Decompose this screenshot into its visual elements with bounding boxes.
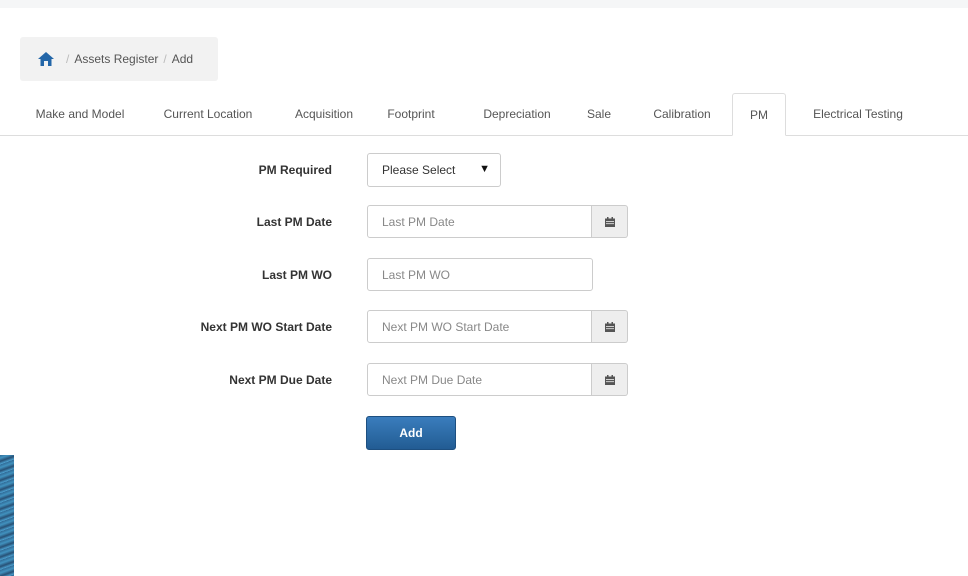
home-icon[interactable] bbox=[37, 51, 55, 67]
breadcrumb-separator: / bbox=[163, 52, 167, 66]
tab-current-location[interactable]: Current Location bbox=[152, 93, 264, 135]
tab-acquisition[interactable]: Acquisition bbox=[283, 93, 365, 135]
calendar-icon[interactable] bbox=[592, 363, 628, 396]
next-pm-wo-start-date-input[interactable] bbox=[367, 310, 592, 343]
last-pm-wo-group bbox=[367, 258, 593, 291]
breadcrumb-assets-register[interactable]: Assets Register bbox=[74, 52, 158, 66]
next-pm-due-date-group bbox=[367, 363, 628, 396]
tab-bar: Make and Model Current Location Acquisit… bbox=[0, 93, 968, 136]
tab-footprint[interactable]: Footprint bbox=[370, 93, 452, 135]
tab-sale[interactable]: Sale bbox=[578, 93, 620, 135]
breadcrumb-separator: / bbox=[66, 52, 70, 66]
tab-electrical-testing[interactable]: Electrical Testing bbox=[794, 93, 922, 135]
tab-depreciation[interactable]: Depreciation bbox=[470, 93, 564, 135]
pm-required-label: PM Required bbox=[258, 163, 332, 177]
next-pm-due-date-label: Next PM Due Date bbox=[229, 373, 332, 387]
background-decoration bbox=[0, 455, 14, 576]
dropdown-caret-icon: ▼ bbox=[479, 163, 490, 175]
last-pm-wo-label: Last PM WO bbox=[261, 268, 332, 282]
tab-calibration[interactable]: Calibration bbox=[640, 93, 724, 135]
pm-required-select[interactable]: Please Select ▼ bbox=[367, 153, 501, 187]
calendar-icon[interactable] bbox=[592, 310, 628, 343]
last-pm-wo-input[interactable] bbox=[367, 258, 593, 291]
breadcrumb: / Assets Register / Add bbox=[20, 37, 218, 81]
last-pm-date-group bbox=[367, 205, 628, 238]
breadcrumb-current: Add bbox=[171, 52, 194, 66]
last-pm-date-label: Last PM Date bbox=[256, 215, 332, 229]
tab-pm[interactable]: PM bbox=[732, 93, 786, 136]
calendar-icon[interactable] bbox=[592, 205, 628, 238]
top-band bbox=[0, 0, 968, 8]
tab-make-and-model[interactable]: Make and Model bbox=[25, 93, 135, 135]
last-pm-date-input[interactable] bbox=[367, 205, 592, 238]
pm-required-selected-value: Please Select bbox=[382, 163, 456, 177]
next-pm-due-date-input[interactable] bbox=[367, 363, 592, 396]
next-pm-wo-start-date-label: Next PM WO Start Date bbox=[200, 320, 332, 334]
next-pm-wo-start-date-group bbox=[367, 310, 628, 343]
add-button[interactable]: Add bbox=[366, 416, 456, 450]
